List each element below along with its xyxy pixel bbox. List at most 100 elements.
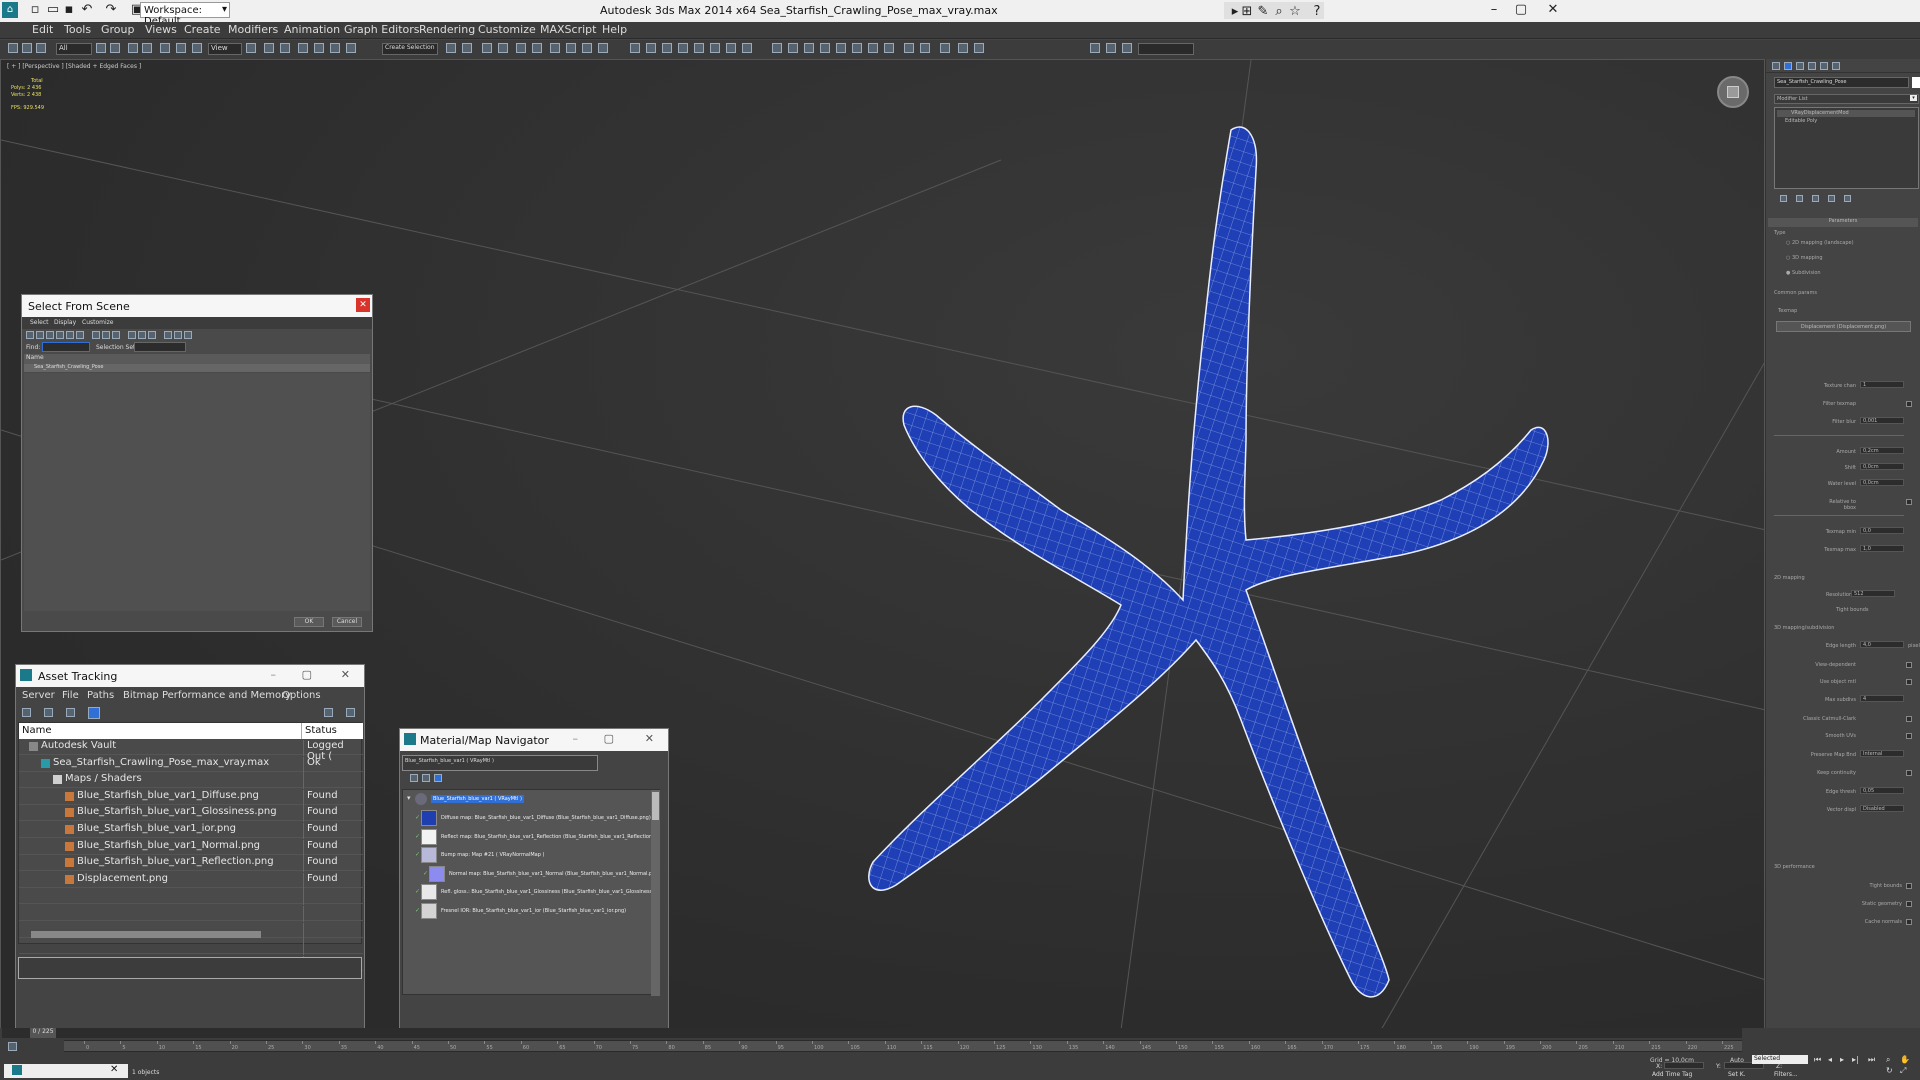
hierarchy-tab-icon[interactable] [1796, 62, 1804, 70]
param-spinner[interactable]: 0,001 [1860, 417, 1904, 424]
save-file-icon[interactable]: ▪ [60, 2, 78, 17]
maximize-icon[interactable]: ▢ [302, 668, 312, 681]
sfs-menu-customize[interactable]: Customize [82, 319, 114, 326]
maximize-viewport-icon[interactable]: ⤢ [1900, 1066, 1906, 1076]
vray-fur-icon[interactable] [710, 43, 720, 53]
texmap-button[interactable]: Displacement (Displacement.png) [1776, 321, 1911, 332]
add-time-tag[interactable]: Add Time Tag [1652, 1071, 1692, 1078]
rendered-frame-window-icon[interactable] [582, 43, 592, 53]
view-large-icon[interactable] [434, 774, 442, 782]
material-root-row[interactable]: ▾ Blue_Starfish_blue_var1 ( VRayMtl ) [407, 793, 524, 805]
extra-tool-icon[interactable] [1090, 43, 1100, 53]
motion-tab-icon[interactable] [1808, 62, 1816, 70]
sfs-menu-select[interactable]: Select [30, 319, 49, 326]
select-invert-icon[interactable] [148, 331, 156, 339]
rectangular-selection-icon[interactable] [128, 43, 138, 53]
table-row[interactable] [19, 938, 363, 956]
maximize-icon[interactable]: ▢ [604, 732, 614, 745]
subdiv-spinner[interactable]: 4 [1860, 695, 1904, 702]
vray-dome-icon[interactable] [804, 43, 814, 53]
maximize-icon[interactable]: ▢ [1512, 2, 1530, 17]
window-crossing-icon[interactable] [142, 43, 152, 53]
star-icon[interactable]: ☆ [1286, 4, 1304, 19]
subdiv-checkbox[interactable] [1906, 770, 1912, 776]
ok-button[interactable]: OK [294, 617, 324, 627]
stack-item-vraydisplacement[interactable]: VRayDisplacementMod [1777, 110, 1915, 117]
vray-light-icon[interactable] [646, 43, 656, 53]
link-icon[interactable] [8, 43, 18, 53]
minimize-icon[interactable]: – [271, 668, 277, 681]
at-menu-paths[interactable]: Paths [87, 690, 114, 701]
map-item[interactable]: ✓ Refl. gloss.: Blue_Starfish_blue_var1_G… [413, 884, 658, 902]
sfs-column-header[interactable]: Name [24, 354, 370, 364]
workspace-dropdown[interactable]: Workspace: Default ▾ [140, 2, 230, 27]
make-unique-icon[interactable] [1812, 195, 1819, 202]
display-lights-icon[interactable] [46, 331, 54, 339]
table-row[interactable]: Blue_Starfish_blue_var1_Glossiness.png Fo… [19, 805, 363, 823]
minimize-icon[interactable]: – [573, 732, 579, 745]
type-2d-mapping[interactable]: ○ 2D mapping (landscape) [1786, 240, 1854, 246]
table-row[interactable] [19, 888, 363, 906]
utilities-tab-icon[interactable] [1832, 62, 1840, 70]
display-shapes-icon[interactable] [36, 331, 44, 339]
asset-col-status[interactable]: Status [301, 723, 337, 739]
asset-path-field[interactable] [18, 957, 362, 979]
menu-edit[interactable]: Edit [32, 23, 53, 36]
sfs-list-area[interactable] [24, 373, 370, 611]
subdiv-checkbox[interactable] [1906, 662, 1912, 668]
schematic-view-icon[interactable] [532, 43, 542, 53]
vray-help-icon[interactable] [920, 43, 930, 53]
perf-checkbox[interactable] [1906, 901, 1912, 907]
close-icon[interactable]: ✕ [356, 298, 370, 312]
modify-tab-icon[interactable] [1784, 62, 1792, 70]
display-geometry-icon[interactable] [26, 331, 34, 339]
map-item[interactable]: ✓ Diffuse map: Blue_Starfish_blue_var1_Di… [413, 810, 658, 828]
param-spinner[interactable]: 0,0 [1860, 527, 1904, 534]
select-all-icon[interactable] [128, 331, 136, 339]
display-xrefs-icon[interactable] [102, 331, 110, 339]
at-menu-bitmap[interactable]: Bitmap Performance and Memory [123, 690, 291, 701]
remove-modifier-icon[interactable] [1828, 195, 1835, 202]
curve-editor-icon[interactable] [516, 43, 526, 53]
vray-material-icon[interactable] [868, 43, 878, 53]
auto-key-button[interactable]: Auto [1730, 1057, 1744, 1064]
subdiv-spinner[interactable]: 4,0 [1860, 641, 1904, 648]
find-input[interactable] [42, 342, 90, 352]
unlink-icon[interactable] [22, 43, 32, 53]
vertical-scrollbar[interactable] [651, 790, 660, 996]
table-row[interactable]: Blue_Starfish_blue_var1_Reflection.png Fo… [19, 855, 363, 873]
asset-col-name[interactable]: Name [22, 725, 52, 736]
subdiv-checkbox[interactable] [1906, 679, 1912, 685]
angle-snap-icon[interactable] [314, 43, 324, 53]
table-row[interactable]: Blue_Starfish_blue_var1_Diffuse.png Found [19, 789, 363, 806]
table-view-icon[interactable] [88, 707, 100, 719]
sfs-menu-display[interactable]: Display [54, 319, 76, 326]
menu-graph-editors[interactable]: Graph Editors [344, 23, 420, 36]
hierarchy-icon[interactable] [184, 331, 192, 339]
extra-tool-3-icon[interactable] [1122, 43, 1132, 53]
pivot-center-icon[interactable] [246, 43, 256, 53]
object-color-swatch[interactable] [1912, 77, 1920, 88]
render-setup-icon[interactable] [566, 43, 576, 53]
vray-scene-icon[interactable] [974, 43, 984, 53]
undo-icon[interactable]: ↶ [78, 2, 96, 17]
vray-ies-icon[interactable] [836, 43, 846, 53]
zoom-icon[interactable]: ⌕ [1886, 1055, 1890, 1065]
table-row[interactable]: Displacement.png Found [19, 872, 363, 889]
layer-explorer-icon[interactable] [482, 43, 492, 53]
scale-icon[interactable] [192, 43, 202, 53]
go-to-end-icon[interactable]: ⏭ [1868, 1055, 1875, 1065]
map-item[interactable]: ✓ Reflect map: Blue_Starfish_blue_var1_Re… [413, 828, 658, 847]
create-tab-icon[interactable] [1772, 62, 1780, 70]
at-menu-options[interactable]: Options [282, 690, 321, 701]
table-row[interactable]: Sea_Starfish_Crawling_Pose_max_vray.max O… [19, 756, 363, 773]
map-item[interactable]: ✓ Bump map: Map #21 ( VRayNormalMap ) [413, 847, 658, 865]
select-none-icon[interactable] [138, 331, 146, 339]
sort-icon[interactable] [174, 331, 182, 339]
pin-stack-icon[interactable] [1780, 195, 1787, 202]
time-slider-thumb[interactable]: 0 / 225 [30, 1028, 56, 1038]
menu-group[interactable]: Group [101, 23, 135, 36]
bind-space-warp-icon[interactable] [36, 43, 46, 53]
percent-snap-icon[interactable] [330, 43, 340, 53]
param-spinner[interactable]: 0,0cm [1860, 479, 1904, 486]
